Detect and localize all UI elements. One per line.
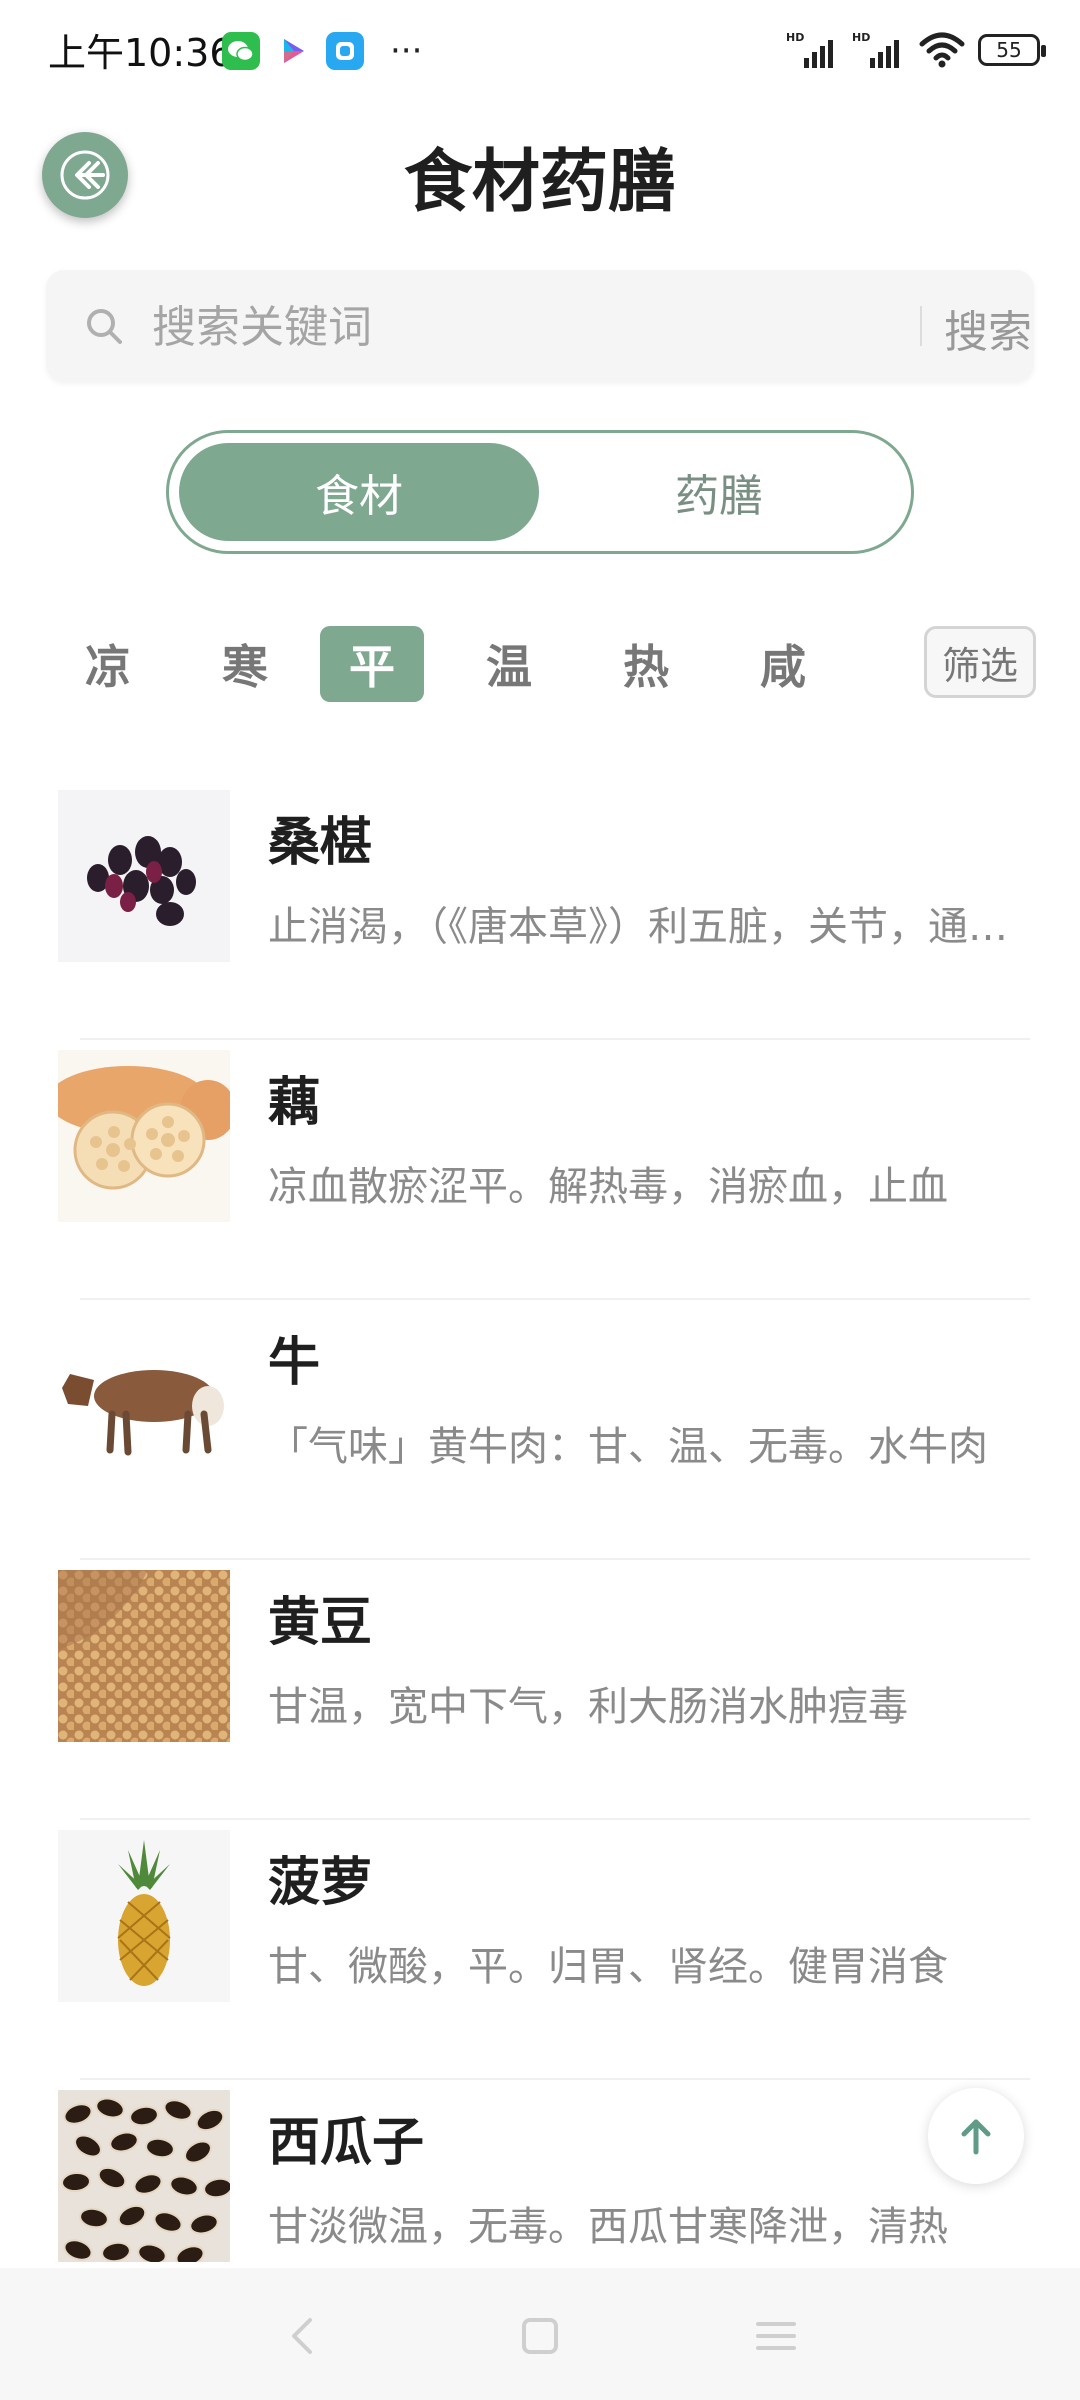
list-item[interactable]: 桑椹 止消渴，（《唐本草》）利五脏，关节，通血气，久服不饥 [0,780,1080,1040]
search-button[interactable]: 搜索 [944,296,1032,360]
item-name: 牛 [268,1332,321,1393]
video-app-icon [274,32,312,70]
item-name: 菠萝 [268,1852,373,1913]
item-name: 藕 [268,1072,321,1133]
item-description: 甘淡微温，无毒。西瓜甘寒降泄，清热 [268,2204,948,2250]
item-name: 黄豆 [268,1592,373,1653]
food-list: 桑椹 止消渴，（《唐本草》）利五脏，关节，通血气，久服不饥 藕 凉血散瘀涩平。解… [0,780,1080,2340]
filter-button[interactable]: 筛选 [924,626,1036,698]
signal-icon-2: HD [852,31,899,68]
status-time: 上午10:36 [48,31,234,75]
search-bar: 搜索 [46,270,1034,382]
search-divider [920,306,922,346]
tab-switch: 食材 药膳 [166,430,914,554]
item-description: 「气味」黄牛肉：甘、温、无毒。水牛肉 [268,1424,988,1470]
nature-item-cold[interactable]: 寒 [193,626,297,702]
nature-item-cool[interactable]: 凉 [56,626,160,702]
nature-item-warm[interactable]: 温 [457,626,561,702]
tab-ingredients[interactable]: 食材 [179,443,539,541]
nature-item-neutral[interactable]: 平 [320,626,424,702]
page-title: 食材药膳 [403,142,676,222]
nature-filter: 凉 寒 平 温 热 咸 筛选 [56,626,1036,706]
scroll-to-top-button[interactable] [928,2088,1024,2184]
nav-menu-icon[interactable] [752,2312,800,2360]
item-description: 甘、微酸，平。归胃、肾经。健胃消食 [268,1944,948,1990]
wifi-icon [919,32,965,68]
item-name: 西瓜子 [268,2112,425,2173]
item-description: 凉血散瘀涩平。解热毒，消瘀血，止血 [268,1164,948,1210]
soybean-image [58,1570,230,1742]
lotus-root-image [58,1050,230,1222]
search-icon [87,309,122,344]
tab-medicinal-diet[interactable]: 药膳 [539,443,899,541]
item-name: 桑椹 [268,812,373,873]
nav-back-icon[interactable] [280,2312,328,2360]
chat-app-icon [326,32,364,70]
system-navigation-bar [0,2268,1080,2400]
signal-icon: HD [786,31,833,68]
item-description: 甘温，宽中下气，利大肠消水肿痘毒 [268,1684,908,1730]
list-item[interactable]: 藕 凉血散瘀涩平。解热毒，消瘀血，止血 [0,1040,1080,1300]
watermelon-seed-image [58,2090,230,2262]
cow-image [58,1310,230,1482]
svg-text:HD: HD [852,31,870,44]
list-item[interactable]: 牛 「气味」黄牛肉：甘、温、无毒。水牛肉 [0,1300,1080,1560]
svg-text:HD: HD [786,31,804,44]
system-indicators: HD HD 55 [786,30,1046,70]
nav-home-icon[interactable] [516,2312,564,2360]
mulberry-image [58,790,230,962]
battery-icon: 55 [978,34,1046,66]
wechat-icon [222,32,260,70]
nature-item-salty[interactable]: 咸 [731,626,835,702]
list-item[interactable]: 菠萝 甘、微酸，平。归胃、肾经。健胃消食 [0,1820,1080,2080]
search-input[interactable] [150,294,894,360]
more-notifications-icon: ··· [390,31,423,71]
arrow-up-icon [961,2119,991,2155]
status-bar: 上午10:36 ··· HD HD 55 [0,0,1080,100]
item-description: 止消渴，（《唐本草》）利五脏，关节，通血气，久服不饥 [268,904,1020,950]
nature-item-hot[interactable]: 热 [594,626,698,702]
pineapple-image [58,1830,230,2002]
list-item[interactable]: 黄豆 甘温，宽中下气，利大肠消水肿痘毒 [0,1560,1080,1820]
notification-icons: ··· [222,32,422,70]
